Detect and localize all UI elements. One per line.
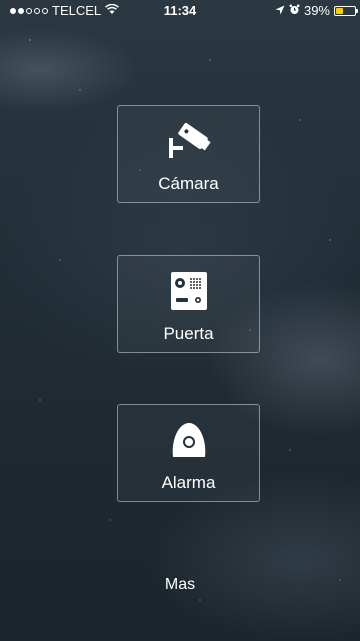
status-right: 39%: [275, 3, 358, 18]
alarm-clock-icon: [289, 3, 300, 18]
home-screen: TELCEL 11:34 39% Cámara Puerta Alarma Ma…: [0, 0, 360, 641]
alarm-button[interactable]: Alarma: [117, 404, 260, 502]
camera-button[interactable]: Cámara: [117, 105, 260, 203]
battery-level-fill: [336, 7, 343, 14]
alarm-sensor-icon: [163, 419, 215, 461]
door-button[interactable]: Puerta: [117, 255, 260, 353]
door-label: Puerta: [163, 324, 214, 343]
status-bar: TELCEL 11:34 39%: [0, 0, 360, 22]
security-camera-icon: [163, 120, 215, 162]
alarm-label: Alarma: [161, 473, 216, 492]
battery-percent: 39%: [303, 3, 330, 18]
location-arrow-icon: [275, 3, 285, 18]
more-button[interactable]: Mas: [0, 576, 360, 594]
intercom-panel-icon: [163, 270, 215, 312]
camera-label: Cámara: [158, 174, 219, 193]
battery-tip: [356, 8, 358, 13]
battery-icon: [334, 5, 358, 16]
